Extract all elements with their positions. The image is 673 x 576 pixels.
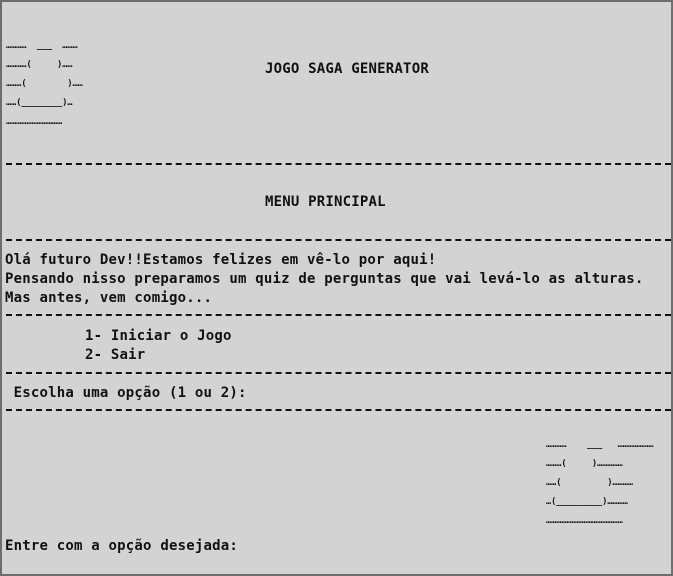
ascii-logo-line: ………( )…………… [546, 459, 623, 469]
menu-option-exit: 2- Sair [85, 347, 146, 363]
separator [6, 314, 671, 316]
ascii-logo-line: ………… ___ ………………… [546, 440, 654, 450]
ascii-logo-line: …………( )…… [6, 60, 73, 70]
console-window: ………… ___ ……… …………( )…… ………( )…… ……(_____… [0, 0, 673, 576]
option-input-prompt[interactable]: Entre com a opção desejada: [5, 537, 238, 556]
ascii-logo-line: ………… ___ ……… [6, 41, 78, 51]
intro-line: Mas antes, vem comigo... [5, 290, 213, 306]
separator [6, 372, 671, 374]
menu-option-start: 1- Iniciar o Jogo [85, 328, 232, 344]
ascii-logo-line: ……( )………… [546, 478, 633, 488]
app-title: JOGO SAGA GENERATOR [265, 61, 429, 77]
intro-line: Olá futuro Dev!!Estamos felizes em vê-lo… [5, 252, 437, 268]
ascii-logo-line: ……(________)… [6, 98, 73, 108]
ascii-logo-line: ……………………………………… [546, 516, 623, 526]
choose-option-prompt: Escolha uma opção (1 ou 2): [5, 385, 247, 401]
intro-line: Pensando nisso preparamos um quiz de per… [5, 271, 644, 287]
ascii-logo-line: ………( )…… [6, 79, 83, 89]
separator [6, 239, 671, 241]
menu-title: MENU PRINCIPAL [265, 194, 386, 210]
separator [6, 163, 671, 165]
ascii-logo-line: …(_________)………… [546, 497, 628, 507]
separator [6, 409, 671, 411]
ascii-logo-line: …………………………… [6, 117, 63, 127]
